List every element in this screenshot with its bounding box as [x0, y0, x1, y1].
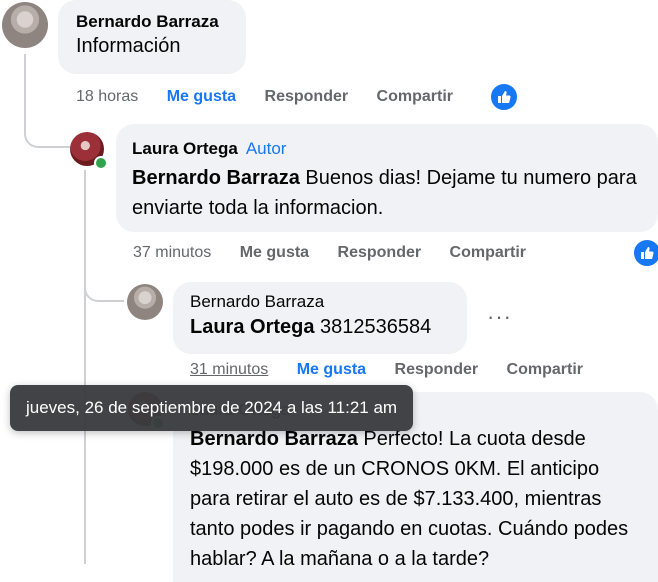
online-status-dot — [94, 156, 108, 170]
comment-time[interactable]: 37 minutos — [133, 244, 211, 261]
avatar[interactable] — [2, 2, 48, 48]
avatar[interactable] — [127, 284, 163, 320]
author-badge: Autor — [245, 139, 287, 158]
comment-actions: 18 horas Me gusta Responder Compartir — [76, 88, 477, 106]
share-button[interactable]: Compartir — [507, 361, 583, 378]
share-button[interactable]: Compartir — [450, 244, 526, 261]
comment-author[interactable]: Bernardo Barraza — [76, 12, 228, 32]
like-button[interactable]: Me gusta — [240, 244, 309, 261]
mention-link[interactable]: Bernardo Barraza — [190, 428, 358, 450]
comment-bubble: Bernardo Barraza Laura Ortega 3812536584 — [173, 282, 467, 354]
like-reaction-icon[interactable] — [489, 82, 519, 112]
more-options-icon[interactable]: ··· — [487, 304, 512, 330]
comment-text: Laura Ortega 3812536584 — [190, 312, 450, 342]
comment-bubble: Bernardo Barraza Información — [58, 0, 246, 74]
share-button[interactable]: Compartir — [377, 88, 453, 105]
comment-text: Bernardo Barraza Buenos dias! Dejame tu … — [132, 163, 642, 223]
comment-actions: 37 minutos Me gusta Responder Compartir — [133, 244, 550, 262]
mention-link[interactable]: Bernardo Barraza — [132, 167, 300, 189]
comment-author[interactable]: Bernardo Barraza — [190, 292, 450, 312]
thread-curve-2 — [84, 270, 124, 302]
reply-button[interactable]: Responder — [338, 244, 422, 261]
comment-time[interactable]: 31 minutos — [190, 361, 268, 378]
mention-link[interactable]: Laura Ortega — [190, 316, 314, 338]
comment-bubble: Laura Ortega Autor Bernardo Barraza Bueno… — [116, 124, 658, 232]
like-button[interactable]: Me gusta — [167, 88, 236, 105]
thread-curve-1 — [24, 110, 72, 148]
reply-button[interactable]: Responder — [395, 361, 479, 378]
like-reaction-icon[interactable] — [632, 238, 658, 268]
comment-actions: 31 minutos Me gusta Responder Compartir — [190, 361, 607, 379]
comment-text: Información — [76, 35, 181, 57]
thread-line-replies — [84, 170, 86, 564]
reply-button[interactable]: Responder — [265, 88, 349, 105]
timestamp-tooltip: jueves, 26 de septiembre de 2024 a las 1… — [10, 385, 414, 431]
comment-author[interactable]: Laura Ortega — [132, 139, 238, 158]
like-button[interactable]: Me gusta — [297, 361, 366, 378]
comment-body: 3812536584 — [320, 316, 432, 338]
comment-text: Bernardo Barraza Perfecto! La cuota desd… — [190, 424, 641, 574]
comment-time[interactable]: 18 horas — [76, 88, 138, 105]
